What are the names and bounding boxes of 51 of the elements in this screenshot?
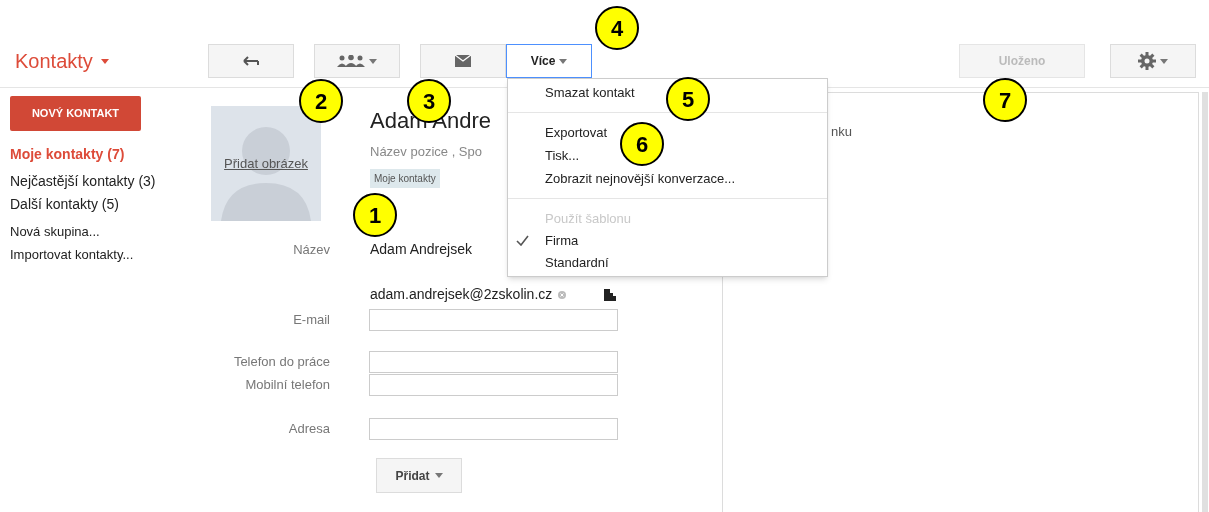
back-arrow-icon <box>243 56 259 66</box>
menu-item[interactable]: Zobrazit nejnovější konverzace... <box>545 167 736 190</box>
people-icon <box>337 55 365 67</box>
field-label: E-mail <box>292 311 330 330</box>
input-field[interactable] <box>369 351 618 373</box>
menu-item[interactable]: Tisk... <box>545 144 580 167</box>
sidebar-item[interactable]: Moje kontakty (7) <box>10 143 190 166</box>
email-field[interactable] <box>369 309 618 331</box>
back-button[interactable] <box>208 44 294 78</box>
check-icon <box>516 235 529 246</box>
callout-badge: 7 <box>983 78 1027 122</box>
group-tag: Moje kontakty <box>370 168 440 188</box>
menu-item[interactable]: Exportovat <box>545 121 608 144</box>
notes-text: nku <box>831 124 852 139</box>
email-button[interactable] <box>420 44 506 78</box>
email-value[interactable]: adam.andrejsek@2zskolin.cz <box>370 284 553 305</box>
name-value: Adam Andrejsek <box>370 240 472 259</box>
caret-icon <box>100 58 109 64</box>
contact-subtitle[interactable]: Název pozice , Spo <box>370 142 482 162</box>
mail-icon <box>455 55 471 67</box>
menu-option[interactable]: Firma <box>508 230 579 252</box>
field-label: Adresa <box>287 420 330 439</box>
sidebar-link[interactable]: Nová skupina... <box>10 220 190 243</box>
new-contact-button[interactable]: NOVÝ KONTAKT <box>10 96 141 131</box>
remove-icon[interactable] <box>558 290 567 299</box>
caret-icon <box>559 58 568 64</box>
caret-icon <box>369 58 377 64</box>
sidebar-link[interactable]: Importovat kontakty... <box>10 243 190 266</box>
menu-option[interactable]: Standardní <box>508 252 609 274</box>
sidebar-item[interactable]: Další kontakty (5) <box>10 193 190 216</box>
more-button[interactable]: Více <box>506 44 592 78</box>
building-icon[interactable] <box>604 288 619 301</box>
field-label: Mobilní telefon <box>244 376 330 395</box>
sidebar-item[interactable]: Nejčastější kontakty (3) <box>10 170 190 193</box>
caret-icon <box>1160 58 1168 64</box>
field-label: Název <box>292 240 330 259</box>
input-field[interactable] <box>369 374 618 396</box>
caret-icon <box>434 473 443 478</box>
callout-badge: 4 <box>595 6 639 50</box>
settings-button[interactable] <box>1110 44 1196 78</box>
settings-icon <box>1138 52 1156 70</box>
field-label: Telefon do práce <box>232 353 330 372</box>
callout-badge: 2 <box>299 79 343 123</box>
scrollbar[interactable] <box>1202 92 1208 512</box>
callout-badge: 1 <box>353 193 397 237</box>
menu-item[interactable]: Smazat kontakt <box>545 81 635 104</box>
add-button[interactable]: Přidat <box>376 458 462 493</box>
add-photo-link[interactable]: Přidat obrázek <box>224 153 308 174</box>
app-title-menu[interactable]: Kontakty <box>0 44 208 78</box>
groups-button[interactable] <box>314 44 400 78</box>
input-field[interactable] <box>369 418 618 440</box>
